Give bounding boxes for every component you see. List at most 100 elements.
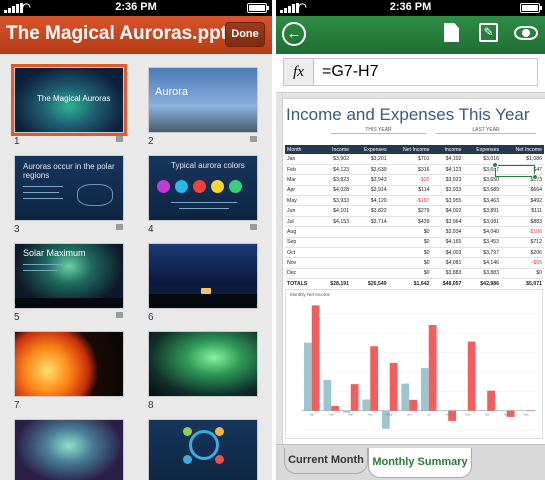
table-row[interactable]: Sep $0 $4,165 $3,453 $712 xyxy=(285,237,544,249)
table-cell[interactable] xyxy=(351,268,389,280)
table-cell[interactable]: $4,101 xyxy=(319,205,352,217)
table-cell[interactable]: Oct xyxy=(285,247,320,259)
table-cell[interactable]: $3,943 xyxy=(351,174,389,186)
table-cell[interactable]: $26,549 xyxy=(351,278,389,290)
totals-row[interactable]: TOTALS $28,191 $26,549 $1,642 $48,057 $42,986… xyxy=(285,278,544,290)
selected-cell[interactable] xyxy=(495,165,535,177)
table-cell[interactable]: $4,123 xyxy=(431,164,464,176)
table-cell[interactable]: Feb xyxy=(285,164,320,176)
table-row[interactable]: Nov $0 $4,081 $4,146 -$65 xyxy=(285,257,544,269)
table-cell[interactable]: $3,081 xyxy=(463,216,502,228)
table-cell[interactable]: $4,102 xyxy=(431,154,464,165)
back-icon[interactable]: ← xyxy=(282,22,306,46)
table-cell[interactable]: $0 xyxy=(388,237,432,249)
table-cell[interactable]: $3,933 xyxy=(431,185,464,197)
table-cell[interactable]: $114 xyxy=(388,185,432,197)
slide-thumbnail-4[interactable]: Typical aurora colors xyxy=(148,155,258,221)
slide-thumbnail-8[interactable] xyxy=(148,331,258,397)
table-cell[interactable]: $0 xyxy=(388,247,432,259)
table-cell[interactable]: $883 xyxy=(501,216,544,228)
table-cell[interactable]: $3,463 xyxy=(463,195,502,207)
table-cell[interactable]: $3,891 xyxy=(463,205,502,217)
table-cell[interactable]: $5,071 xyxy=(501,278,544,290)
spreadsheet-grid[interactable]: Income and Expenses This Year THIS YEAR … xyxy=(276,92,545,444)
table-cell[interactable] xyxy=(319,257,352,269)
table-cell[interactable]: $316 xyxy=(388,164,432,176)
table-cell[interactable]: $712 xyxy=(501,237,544,249)
table-cell[interactable]: $279 xyxy=(388,205,432,217)
slide-thumbnail-7[interactable] xyxy=(14,331,124,397)
table-cell[interactable]: Jun xyxy=(285,205,320,217)
table-cell[interactable]: $3,797 xyxy=(463,247,502,259)
selection-handle[interactable] xyxy=(532,174,538,180)
table-cell[interactable]: -$20 xyxy=(388,174,432,186)
tab-current-month[interactable]: Current Month xyxy=(284,448,368,474)
function-icon[interactable]: fx xyxy=(284,59,314,85)
table-cell[interactable] xyxy=(319,237,352,249)
table-cell[interactable]: $4,146 xyxy=(463,257,502,269)
table-cell[interactable]: $48,057 xyxy=(431,278,464,290)
table-cell[interactable]: $28,191 xyxy=(319,278,352,290)
table-row[interactable]: Aug $0 $3,934 $4,040 -$106 xyxy=(285,226,544,238)
table-cell[interactable]: $4,040 xyxy=(463,226,502,238)
table-cell[interactable]: $4,002 xyxy=(431,205,464,217)
table-cell[interactable]: Sep xyxy=(285,237,320,249)
table-cell[interactable]: Dec xyxy=(285,268,320,280)
table-cell[interactable]: May xyxy=(285,195,320,207)
table-cell[interactable]: $4,081 xyxy=(431,257,464,269)
table-cell[interactable] xyxy=(319,247,352,259)
table-cell[interactable]: $3,914 xyxy=(351,185,389,197)
slide-thumbnail-10[interactable] xyxy=(148,419,258,480)
table-cell[interactable]: $3,639 xyxy=(351,164,389,176)
table-cell[interactable]: -$106 xyxy=(501,226,544,238)
slide-thumbnail-9[interactable] xyxy=(14,419,124,480)
table-cell[interactable] xyxy=(351,257,389,269)
table-cell[interactable]: $439 xyxy=(388,216,432,228)
table-row[interactable]: Jul $4,153 $3,714 $439 $3,964 $3,081 $883 xyxy=(285,216,544,228)
table-cell[interactable]: $3,923 xyxy=(319,174,352,186)
table-cell[interactable]: $4,120 xyxy=(351,195,389,207)
done-button[interactable]: Done xyxy=(225,22,265,47)
slide-thumbnail-6[interactable] xyxy=(148,243,258,309)
table-cell[interactable]: $3,883 xyxy=(431,268,464,280)
slide-thumbnail-3[interactable]: Auroras occur in the polar regions xyxy=(14,155,124,221)
table-cell[interactable] xyxy=(351,237,389,249)
slide-thumbnail-list[interactable]: The Magical Auroras 1 Aurora 2 Auroras o… xyxy=(0,54,272,480)
table-cell[interactable]: $0 xyxy=(388,268,432,280)
table-cell[interactable] xyxy=(351,247,389,259)
table-cell[interactable]: $1,086 xyxy=(501,154,544,165)
table-cell[interactable]: $3,689 xyxy=(463,185,502,197)
view-icon[interactable] xyxy=(514,26,538,40)
table-cell[interactable]: -$65 xyxy=(501,257,544,269)
slide-thumbnail-1[interactable]: The Magical Auroras xyxy=(11,64,127,136)
table-cell[interactable]: Apr xyxy=(285,185,320,197)
slide-thumbnail-2[interactable]: Aurora xyxy=(148,67,258,133)
table-cell[interactable]: $3,933 xyxy=(319,195,352,207)
table-cell[interactable]: $3,201 xyxy=(351,154,389,165)
document-icon[interactable] xyxy=(444,23,459,42)
table-cell[interactable]: $111 xyxy=(501,205,544,217)
slide-thumbnail-5[interactable]: Solar Maximum xyxy=(14,243,124,309)
table-cell[interactable]: $701 xyxy=(388,154,432,165)
table-cell[interactable]: Aug xyxy=(285,226,320,238)
table-row[interactable]: Apr $4,028 $3,914 $114 $3,933 $3,689 $664 xyxy=(285,185,544,197)
table-cell[interactable]: $3,923 xyxy=(431,174,464,186)
table-cell[interactable]: $4,165 xyxy=(431,237,464,249)
table-cell[interactable]: $206 xyxy=(501,247,544,259)
table-cell[interactable]: $3,453 xyxy=(463,237,502,249)
table-cell[interactable]: Jul xyxy=(285,216,320,228)
table-cell[interactable] xyxy=(351,226,389,238)
table-cell[interactable]: $3,934 xyxy=(431,226,464,238)
tab-monthly-summary[interactable]: Monthly Summary xyxy=(368,448,472,478)
table-row[interactable]: Jan $3,902 $3,201 $701 $4,102 $3,016 $1,086 xyxy=(285,154,544,165)
table-row[interactable]: Dec $0 $3,883 $3,883 $0 xyxy=(285,268,544,280)
table-cell[interactable]: $3,964 xyxy=(431,216,464,228)
table-cell[interactable]: $3,822 xyxy=(351,205,389,217)
table-cell[interactable]: $4,153 xyxy=(319,216,352,228)
table-cell[interactable]: $4,028 xyxy=(319,185,352,197)
table-cell[interactable]: Mar xyxy=(285,174,320,186)
table-cell[interactable]: $3,955 xyxy=(431,195,464,207)
table-cell[interactable] xyxy=(319,268,352,280)
table-row[interactable]: May $3,933 $4,120 -$187 $3,955 $3,463 $492 xyxy=(285,195,544,207)
formula-value[interactable]: =G7-H7 xyxy=(322,63,378,81)
